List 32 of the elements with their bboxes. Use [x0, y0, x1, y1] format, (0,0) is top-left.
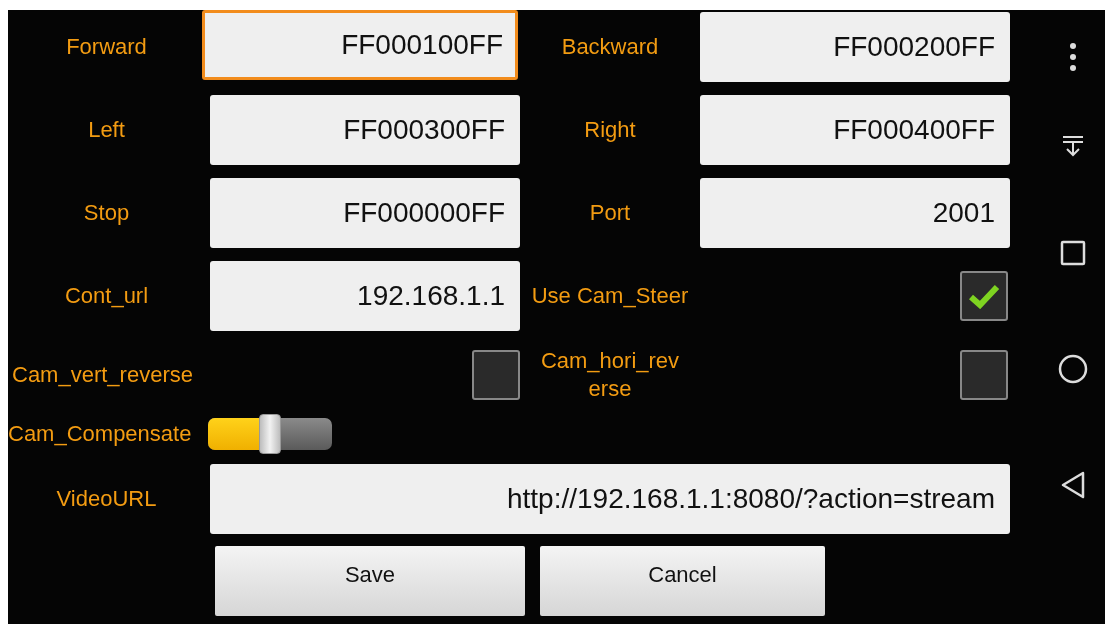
download-icon[interactable]	[1060, 134, 1085, 158]
field-label: Cont_url	[64, 283, 149, 309]
checkbox-label: Cam_vert_reverse	[12, 362, 193, 388]
text-field[interactable]: http://192.168.1.1:8080/?action=stream	[210, 464, 1010, 534]
text-field[interactable]: FF000200FF	[700, 12, 1010, 82]
checkbox[interactable]	[960, 350, 1008, 400]
text-field[interactable]: FF000300FF	[210, 95, 520, 165]
checkbox-label: Cam_hori_reverse	[539, 347, 681, 403]
field-label: Backward	[561, 34, 659, 60]
field-label: Stop	[83, 200, 130, 226]
field-label: Port	[589, 200, 631, 226]
overflow-menu-icon[interactable]	[1068, 42, 1077, 72]
cancel-button[interactable]: Cancel	[540, 546, 825, 616]
text-field[interactable]: FF000000FF	[210, 178, 520, 248]
field-label: Left	[88, 117, 125, 143]
recents-icon[interactable]	[1059, 240, 1086, 266]
text-field[interactable]: FF000400FF	[700, 95, 1010, 165]
slider-label: Cam_Compensate	[8, 421, 193, 447]
slider-thumb[interactable]	[259, 414, 281, 454]
checkbox-label: Use Cam_Steer	[531, 283, 689, 309]
field-label: Right	[584, 117, 636, 143]
checkbox[interactable]	[960, 271, 1008, 321]
check-icon	[968, 283, 1000, 309]
text-field[interactable]: 2001	[700, 178, 1010, 248]
save-button[interactable]: Save	[215, 546, 525, 616]
text-field[interactable]: FF000100FF	[202, 10, 518, 80]
back-icon[interactable]	[1059, 470, 1086, 500]
field-label: Forward	[66, 34, 147, 60]
checkbox[interactable]	[472, 350, 520, 400]
text-field[interactable]: 192.168.1.1	[210, 261, 520, 331]
field-label: VideoURL	[55, 486, 158, 512]
home-icon[interactable]	[1057, 354, 1088, 384]
